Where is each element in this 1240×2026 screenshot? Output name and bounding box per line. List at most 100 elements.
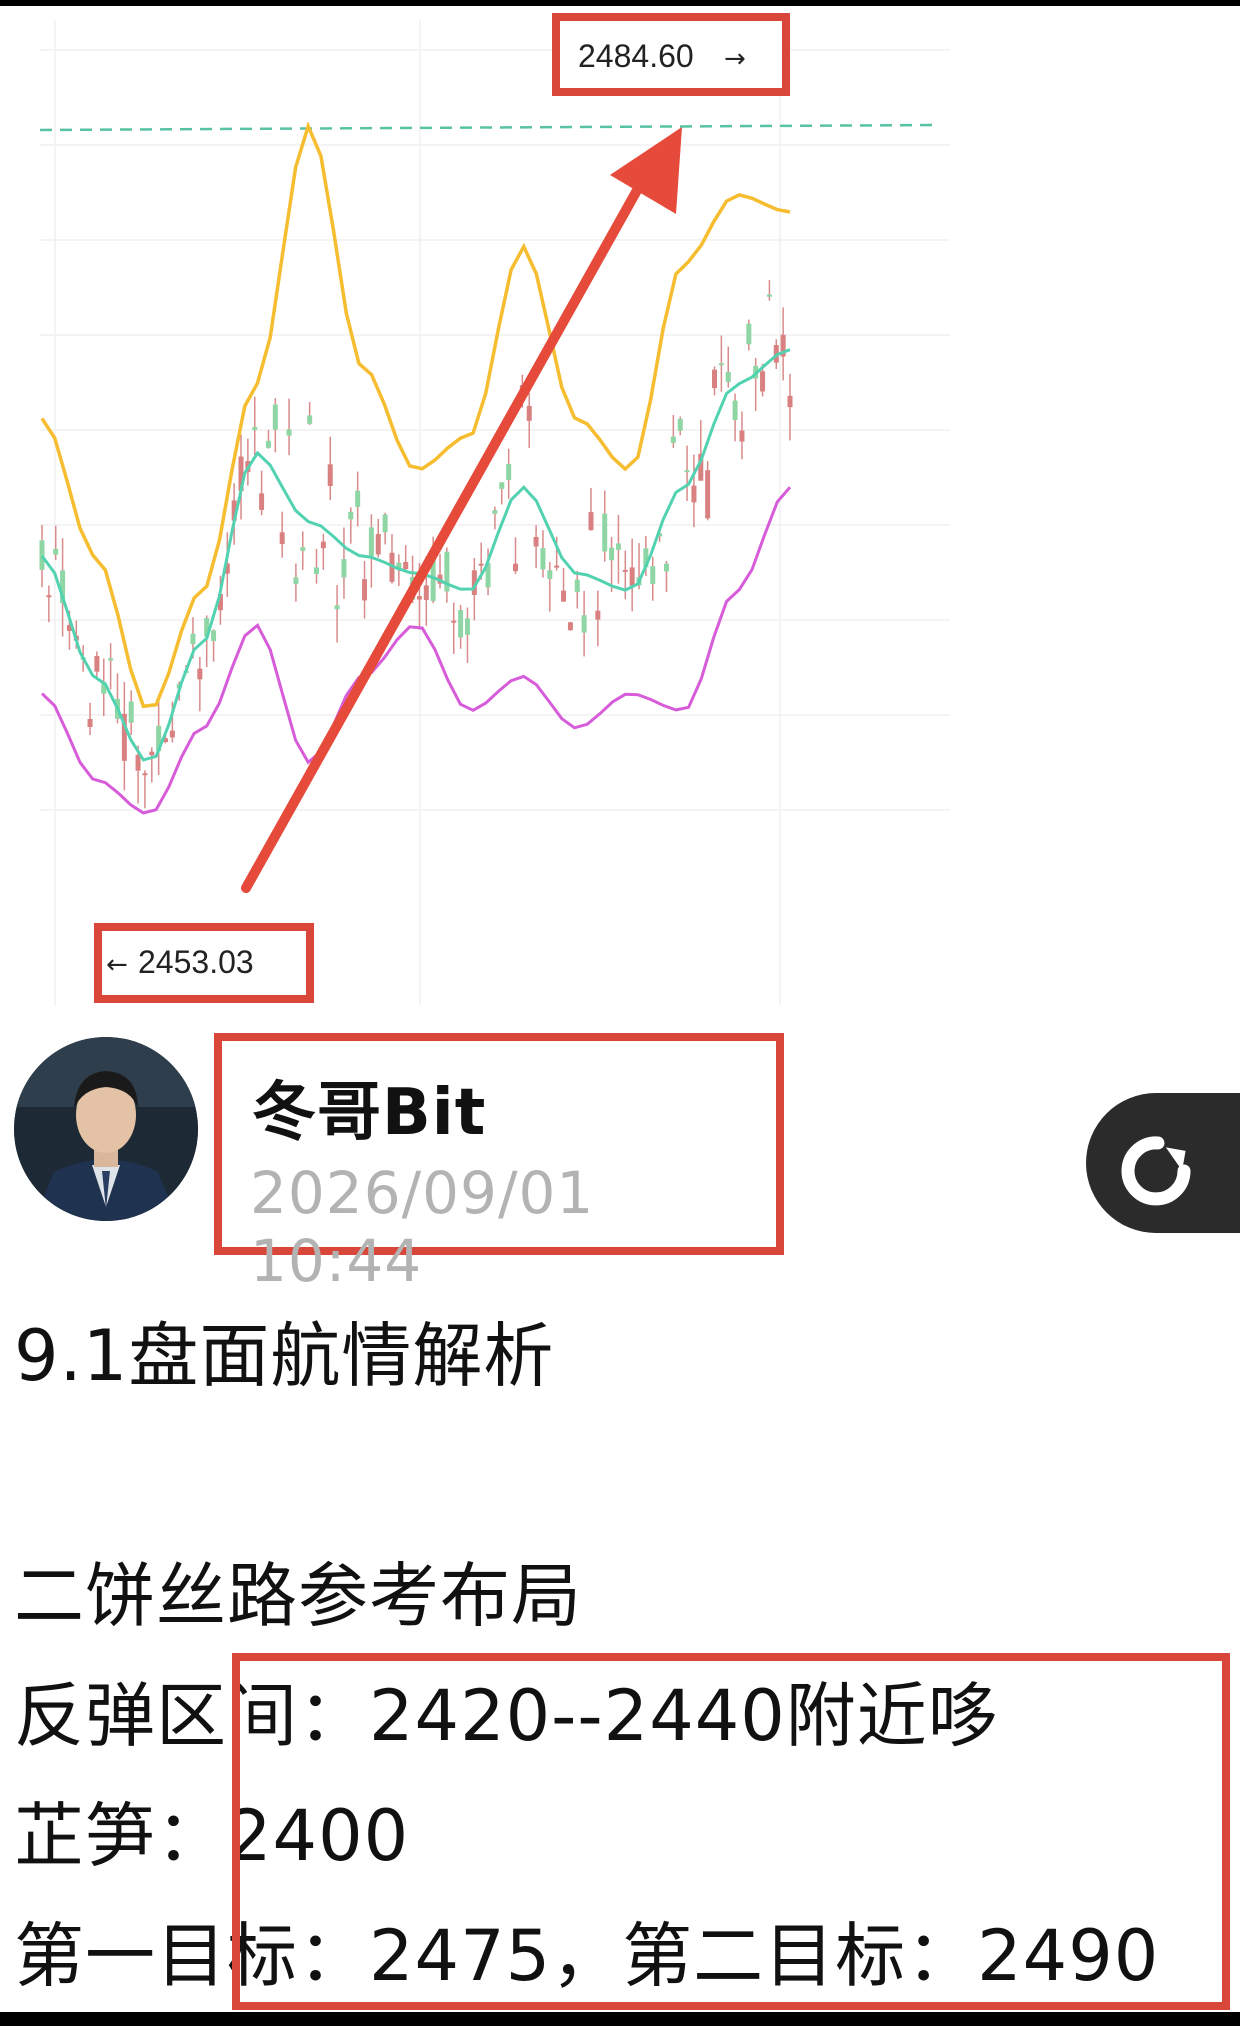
- post-header: 冬哥Bit 2026/09/01 10:44: [0, 1010, 1240, 1295]
- candle-body: [403, 561, 409, 569]
- refresh-icon: [1121, 1136, 1191, 1206]
- author-highlight-box: 冬哥Bit 2026/09/01 10:44: [214, 1033, 784, 1295]
- candle-body: [279, 532, 285, 545]
- targets-highlight-box: [232, 1653, 1230, 2010]
- candle-body: [650, 566, 656, 584]
- candle-body: [499, 482, 505, 489]
- candle-body: [478, 563, 484, 566]
- candle-body: [718, 363, 724, 366]
- candle-body: [327, 464, 333, 487]
- candle-body: [732, 400, 738, 421]
- candle-body: [760, 371, 766, 392]
- candle-body: [211, 630, 217, 642]
- candle-body: [787, 395, 793, 408]
- candle-body: [691, 485, 697, 503]
- candle-body: [492, 510, 498, 514]
- candle-body: [39, 540, 45, 570]
- candle-body: [169, 730, 175, 738]
- candle-body: [149, 751, 155, 756]
- candle-body: [368, 527, 374, 556]
- candle-body: [286, 429, 292, 436]
- candle-body: [293, 577, 299, 585]
- candle-body: [423, 585, 429, 600]
- candle-body: [615, 543, 621, 550]
- candle-body: [348, 511, 354, 520]
- candle-body: [458, 610, 464, 638]
- candle-body: [142, 773, 148, 776]
- trend-arrow: [241, 127, 682, 893]
- candle-body: [746, 323, 752, 345]
- candle-body: [451, 620, 457, 623]
- candle-body: [53, 548, 59, 555]
- candle-body: [622, 569, 628, 572]
- candle-body: [567, 622, 573, 631]
- candle-body: [540, 548, 546, 570]
- avatar-portrait-icon: [14, 1037, 198, 1221]
- candle-body: [362, 579, 368, 601]
- candle-body: [382, 514, 388, 533]
- candle-body: [739, 430, 745, 442]
- candle-body: [272, 404, 278, 430]
- candle-body: [684, 470, 690, 473]
- middle-band-line: [40, 348, 791, 762]
- candle-body: [712, 369, 718, 389]
- candle-body: [46, 595, 52, 598]
- candle-body: [574, 579, 580, 593]
- avatar[interactable]: [14, 1037, 198, 1221]
- candle-body: [547, 570, 553, 580]
- candle-body: [526, 405, 532, 421]
- candle-body: [705, 470, 711, 519]
- candle-body: [197, 668, 203, 680]
- candle-body: [334, 605, 340, 610]
- candle-body: [588, 512, 594, 531]
- right-arrow-icon: →: [724, 44, 746, 74]
- low-price-callout: ← 2453.03: [94, 923, 314, 1003]
- candle-body: [602, 513, 608, 552]
- candle-body: [670, 436, 676, 443]
- candle-body: [259, 493, 265, 510]
- candle-body: [513, 563, 519, 572]
- candle-body: [533, 537, 539, 547]
- candle-body: [128, 701, 134, 723]
- candle-body: [355, 490, 361, 507]
- post-title: 9.1盘面航情解析: [14, 1315, 555, 1397]
- candle-body: [375, 534, 381, 555]
- candle-body: [766, 294, 772, 297]
- refresh-button[interactable]: [1086, 1093, 1240, 1233]
- candle-body: [595, 610, 601, 620]
- high-price-callout: 2484.60 →: [552, 13, 790, 96]
- candle-body: [506, 463, 512, 480]
- candle-body: [252, 426, 258, 431]
- candle-body: [416, 596, 422, 600]
- reference-line: [39, 123, 941, 132]
- candle-body: [108, 658, 114, 661]
- candle-body: [320, 541, 326, 549]
- candle-body: [300, 547, 306, 551]
- candle-body: [629, 567, 635, 586]
- candle-body: [94, 656, 100, 672]
- candles-group: [39, 280, 793, 809]
- candle-body: [725, 371, 731, 383]
- candle-body: [554, 565, 560, 568]
- candle-body: [677, 418, 683, 431]
- candle-body: [190, 633, 196, 645]
- left-arrow-icon: ←: [106, 950, 128, 980]
- candle-body: [609, 547, 615, 561]
- price-chart: 2484.60 → ← 2453.03: [39, 13, 950, 1005]
- lower-band-line: [40, 486, 792, 815]
- candle-body: [135, 754, 141, 771]
- candle-body: [581, 615, 587, 633]
- candle-body: [341, 559, 347, 578]
- candle-body: [313, 567, 319, 575]
- high-price-label: 2484.60: [578, 38, 694, 74]
- candle-body: [464, 618, 470, 635]
- candle-body: [265, 440, 271, 448]
- low-price-label: 2453.03: [138, 944, 254, 980]
- candle-body: [87, 718, 93, 727]
- post-timestamp: 2026/09/01 10:44: [250, 1159, 595, 1295]
- candle-body: [663, 563, 669, 572]
- candle-body: [561, 590, 567, 602]
- author-name[interactable]: 冬哥Bit: [252, 1061, 486, 1153]
- screen-bottom-edge: [0, 2012, 1240, 2026]
- candle-body: [307, 415, 313, 424]
